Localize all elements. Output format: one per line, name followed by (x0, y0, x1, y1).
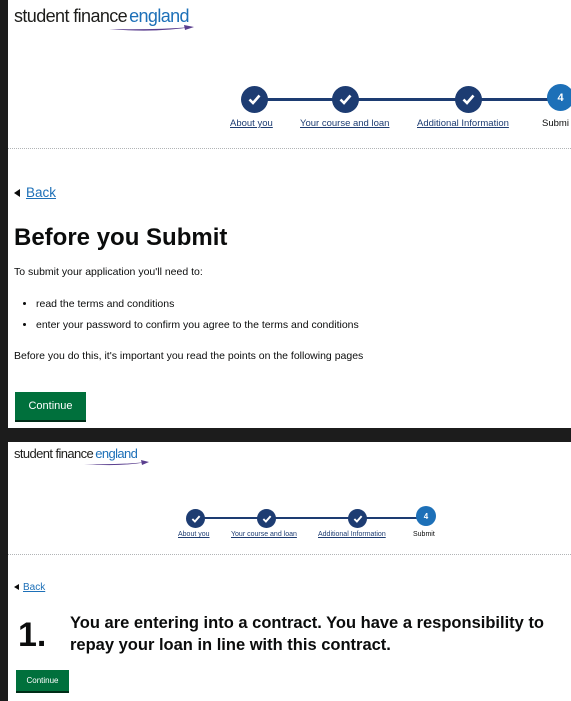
step-link-additional-information[interactable]: Additional Information (417, 118, 509, 129)
note-text: Before you do this, it's important you r… (14, 350, 364, 362)
step-2-complete (257, 509, 276, 528)
list-item: enter your password to confirm you agree… (36, 319, 359, 331)
step-link-about-you[interactable]: About you (230, 118, 273, 129)
step-link-your-course-and-loan[interactable]: Your course and loan (231, 531, 297, 538)
step-label-submit: Submit (413, 531, 435, 538)
checkmark-icon (262, 514, 271, 523)
step-4-number: 4 (423, 511, 429, 521)
logo-swoosh-icon (109, 25, 194, 31)
contract-line-2: repay your loan in line with this contra… (70, 636, 391, 654)
progress-steps: 4 About you Your course and loan Additio… (8, 84, 571, 134)
back-arrow-icon (14, 584, 19, 591)
step-3-complete (348, 509, 367, 528)
logo-text-england: england (95, 446, 138, 461)
step-link-your-course-and-loan[interactable]: Your course and loan (300, 118, 389, 129)
continue-button[interactable]: Continue (15, 392, 86, 420)
step-1-complete (186, 509, 205, 528)
student-finance-england-logo[interactable]: student finance england (14, 6, 194, 31)
step-1-complete (241, 86, 268, 113)
logo-text-student-finance: student finance (14, 6, 128, 26)
back-link[interactable]: Back (14, 185, 56, 200)
contract-screen: student finance england 4 About you Your … (8, 442, 571, 701)
back-arrow-icon (14, 189, 20, 198)
step-label-submit: Submi (542, 118, 569, 129)
divider (8, 148, 571, 149)
step-4-current: 4 (416, 506, 436, 526)
logo-swoosh-icon (84, 460, 149, 466)
step-4-current: 4 (547, 84, 571, 111)
continue-button[interactable]: Continue (16, 670, 69, 691)
intro-text: To submit your application you'll need t… (14, 266, 203, 278)
contract-line-1: You are entering into a contract. You ha… (70, 614, 545, 632)
checkmark-icon (339, 94, 352, 105)
progress-line (195, 517, 425, 519)
step-4-number: 4 (557, 91, 564, 104)
step-link-additional-information[interactable]: Additional Information (318, 531, 386, 538)
progress-steps: 4 About you Your course and loan Additio… (8, 506, 571, 546)
back-link[interactable]: Back (14, 582, 45, 593)
list-item: read the terms and conditions (36, 298, 359, 310)
contract-statement: You are entering into a contract. You ha… (70, 612, 544, 656)
step-link-about-you[interactable]: About you (178, 531, 210, 538)
divider (8, 554, 571, 555)
step-3-complete (455, 86, 482, 113)
back-link-label: Back (26, 185, 57, 200)
logo-text-student-finance: student finance (14, 446, 94, 461)
contract-point-number: 1. (18, 616, 47, 654)
progress-line (254, 98, 560, 101)
checkmark-icon (462, 94, 475, 105)
checkmark-icon (353, 514, 362, 523)
before-you-submit-screen: student finance england 4 About you Your … (8, 0, 571, 428)
student-finance-england-logo[interactable]: student finance england (14, 446, 149, 466)
logo-text-england: england (129, 6, 189, 26)
checkmark-icon (191, 514, 200, 523)
checkmark-icon (248, 94, 261, 105)
back-link-label: Back (23, 582, 46, 593)
page-title: Before you Submit (14, 224, 228, 251)
requirements-list: read the terms and conditions enter your… (16, 298, 359, 340)
step-2-complete (332, 86, 359, 113)
